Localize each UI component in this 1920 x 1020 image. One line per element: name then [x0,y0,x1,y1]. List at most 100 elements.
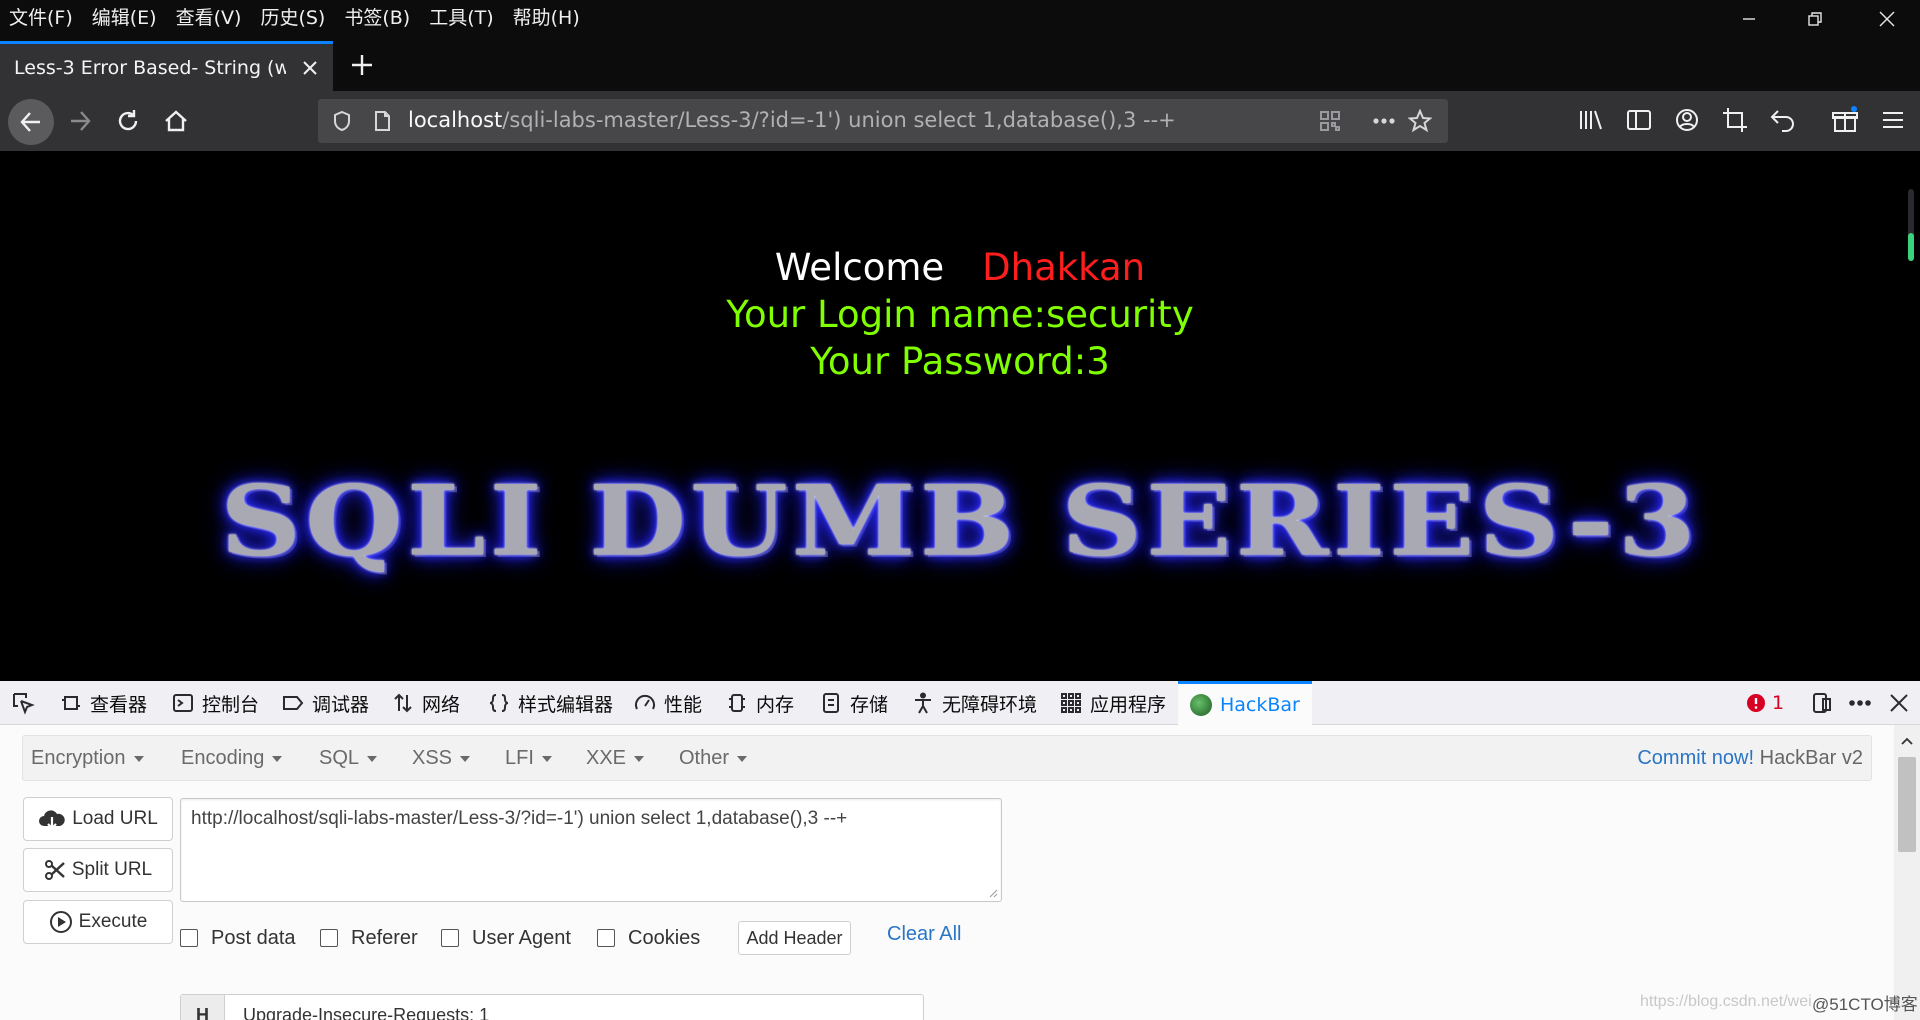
page-info-icon[interactable] [370,109,394,133]
gift-icon[interactable] [1830,105,1860,135]
minimize-button[interactable] [1716,0,1782,38]
menu-help[interactable]: 帮助(H) [504,3,580,30]
hackbar-url-input[interactable]: http://localhost/sqli-labs-master/Less-3… [180,798,1002,902]
tab-console[interactable]: 控制台 [172,681,259,725]
menu-xss[interactable]: XSS [412,747,471,770]
gauge-icon [635,694,655,710]
pointer-icon [13,693,35,715]
clear-all-link[interactable]: Clear All [887,923,961,946]
scroll-up-icon[interactable] [1894,731,1920,751]
star-icon[interactable] [1407,108,1433,133]
menu-file[interactable]: 文件(F) [0,3,73,30]
tab-network[interactable]: 网络 [392,681,460,725]
checkbox-box[interactable] [441,929,459,947]
restore-button[interactable] [1782,0,1848,38]
tab-hackbar-label: HackBar [1220,693,1300,716]
close-window-button[interactable] [1854,0,1920,38]
execute-button[interactable]: Execute [23,900,173,944]
menu-sql[interactable]: SQL [319,747,378,770]
tab-inspector[interactable]: 查看器 [60,681,147,725]
resize-grip-icon[interactable] [988,888,998,898]
menu-history[interactable]: 历史(S) [251,3,325,30]
checkbox-box[interactable] [320,929,338,947]
add-header-button[interactable]: Add Header [738,921,851,955]
home-button[interactable] [158,103,194,139]
pick-element-button[interactable] [10,681,44,725]
menu-xxe[interactable]: XXE [586,747,645,770]
page-scrollbar[interactable] [1908,189,1914,261]
menu-bookmarks[interactable]: 书签(B) [335,3,410,30]
error-counter[interactable]: 1 [1746,681,1784,725]
post-data-label: Post data [211,926,296,949]
tab-debugger-label: 调试器 [312,693,370,716]
tab-close-icon[interactable] [300,58,320,78]
tab-application[interactable]: 应用程序 [1060,681,1166,725]
post-data-checkbox[interactable]: Post data [180,923,296,953]
tab-active[interactable]: Less-3 Error Based- String (with [0,41,333,91]
menu-other-label: Other [679,747,730,769]
split-url-button[interactable]: Split URL [23,848,173,892]
menu-lfi[interactable]: LFI [505,747,552,770]
caret-down-icon [367,755,378,762]
menu-lfi-label: LFI [505,747,534,769]
menu-view[interactable]: 查看(V) [167,3,242,30]
back-button[interactable] [8,99,54,145]
welcome-line: Welcome Dhakkan [0,244,1920,291]
page-content: Welcome Dhakkan Your Login name:security … [0,151,1920,681]
qr-code-icon[interactable] [1318,109,1342,133]
play-circle-icon [49,911,72,933]
tab-hackbar[interactable]: HackBar [1178,681,1312,725]
password-text: Your Password:3 [810,340,1110,383]
arrow-right-icon [71,111,91,131]
cookies-checkbox[interactable]: Cookies [597,923,700,953]
menu-encryption[interactable]: Encryption [31,747,144,770]
tab-style-editor-label: 样式编辑器 [518,693,614,716]
responsive-mode-button[interactable] [1810,681,1842,725]
menu-encoding[interactable]: Encoding [181,747,283,770]
devtools-close-button[interactable] [1888,681,1918,725]
url-bar[interactable]: localhost/sqli-labs-master/Less-3/?id=-1… [318,99,1448,143]
menu-encoding-label: Encoding [181,747,265,769]
sidebar-icon[interactable] [1624,105,1654,135]
tab-memory[interactable]: 内存 [726,681,794,725]
url-path: /sqli-labs-master/Less-3/?id=-1') union … [502,108,1176,132]
tab-performance[interactable]: 性能 [634,681,702,725]
tab-storage[interactable]: 存储 [820,681,888,725]
tab-style-editor[interactable]: 样式编辑器 [488,681,613,725]
account-icon[interactable] [1672,105,1702,135]
commit-link[interactable]: Commit now! [1637,747,1754,769]
cloud-download-icon [39,810,65,830]
commit-text: Commit now! HackBar v2 [1637,747,1863,770]
reload-button[interactable] [110,103,146,139]
caret-down-icon [541,755,552,762]
menu-other[interactable]: Other [679,747,748,770]
load-url-button[interactable]: Load URL [23,797,173,841]
arrow-left-icon [20,112,40,132]
devtools-scrollbar[interactable] [1894,725,1920,1020]
library-icon[interactable] [1576,105,1606,135]
crop-icon[interactable] [1720,105,1750,135]
shield-icon[interactable] [330,109,354,133]
page-scrollbar-thumb[interactable] [1908,233,1914,261]
devtools-more-button[interactable] [1848,681,1880,725]
execute-label: Execute [78,911,148,932]
header-row[interactable]: H Upgrade-Insecure-Requests: 1 [180,994,924,1020]
devtools-scrollbar-thumb[interactable] [1898,757,1916,852]
forward-button[interactable] [62,103,98,139]
referer-checkbox[interactable]: Referer [320,923,418,953]
devtools-tabbar: 查看器 控制台 调试器 网络 样式编辑器 性能 内存 存储 无障碍环境 应用程序… [0,681,1920,725]
undo-icon[interactable] [1768,105,1798,135]
menu-tools[interactable]: 工具(T) [420,3,493,30]
new-tab-icon[interactable] [348,51,376,79]
menu-icon[interactable] [1878,105,1908,135]
inspector-icon [62,696,80,710]
checkbox-box[interactable] [597,929,615,947]
more-actions-icon[interactable] [1372,109,1396,133]
tab-debugger[interactable]: 调试器 [282,681,369,725]
tab-accessibility[interactable]: 无障碍环境 [912,681,1037,725]
header-key: H [181,995,225,1020]
caret-down-icon [133,755,144,762]
user-agent-checkbox[interactable]: User Agent [441,923,571,953]
menu-edit[interactable]: 编辑(E) [83,3,157,30]
checkbox-box[interactable] [180,929,198,947]
